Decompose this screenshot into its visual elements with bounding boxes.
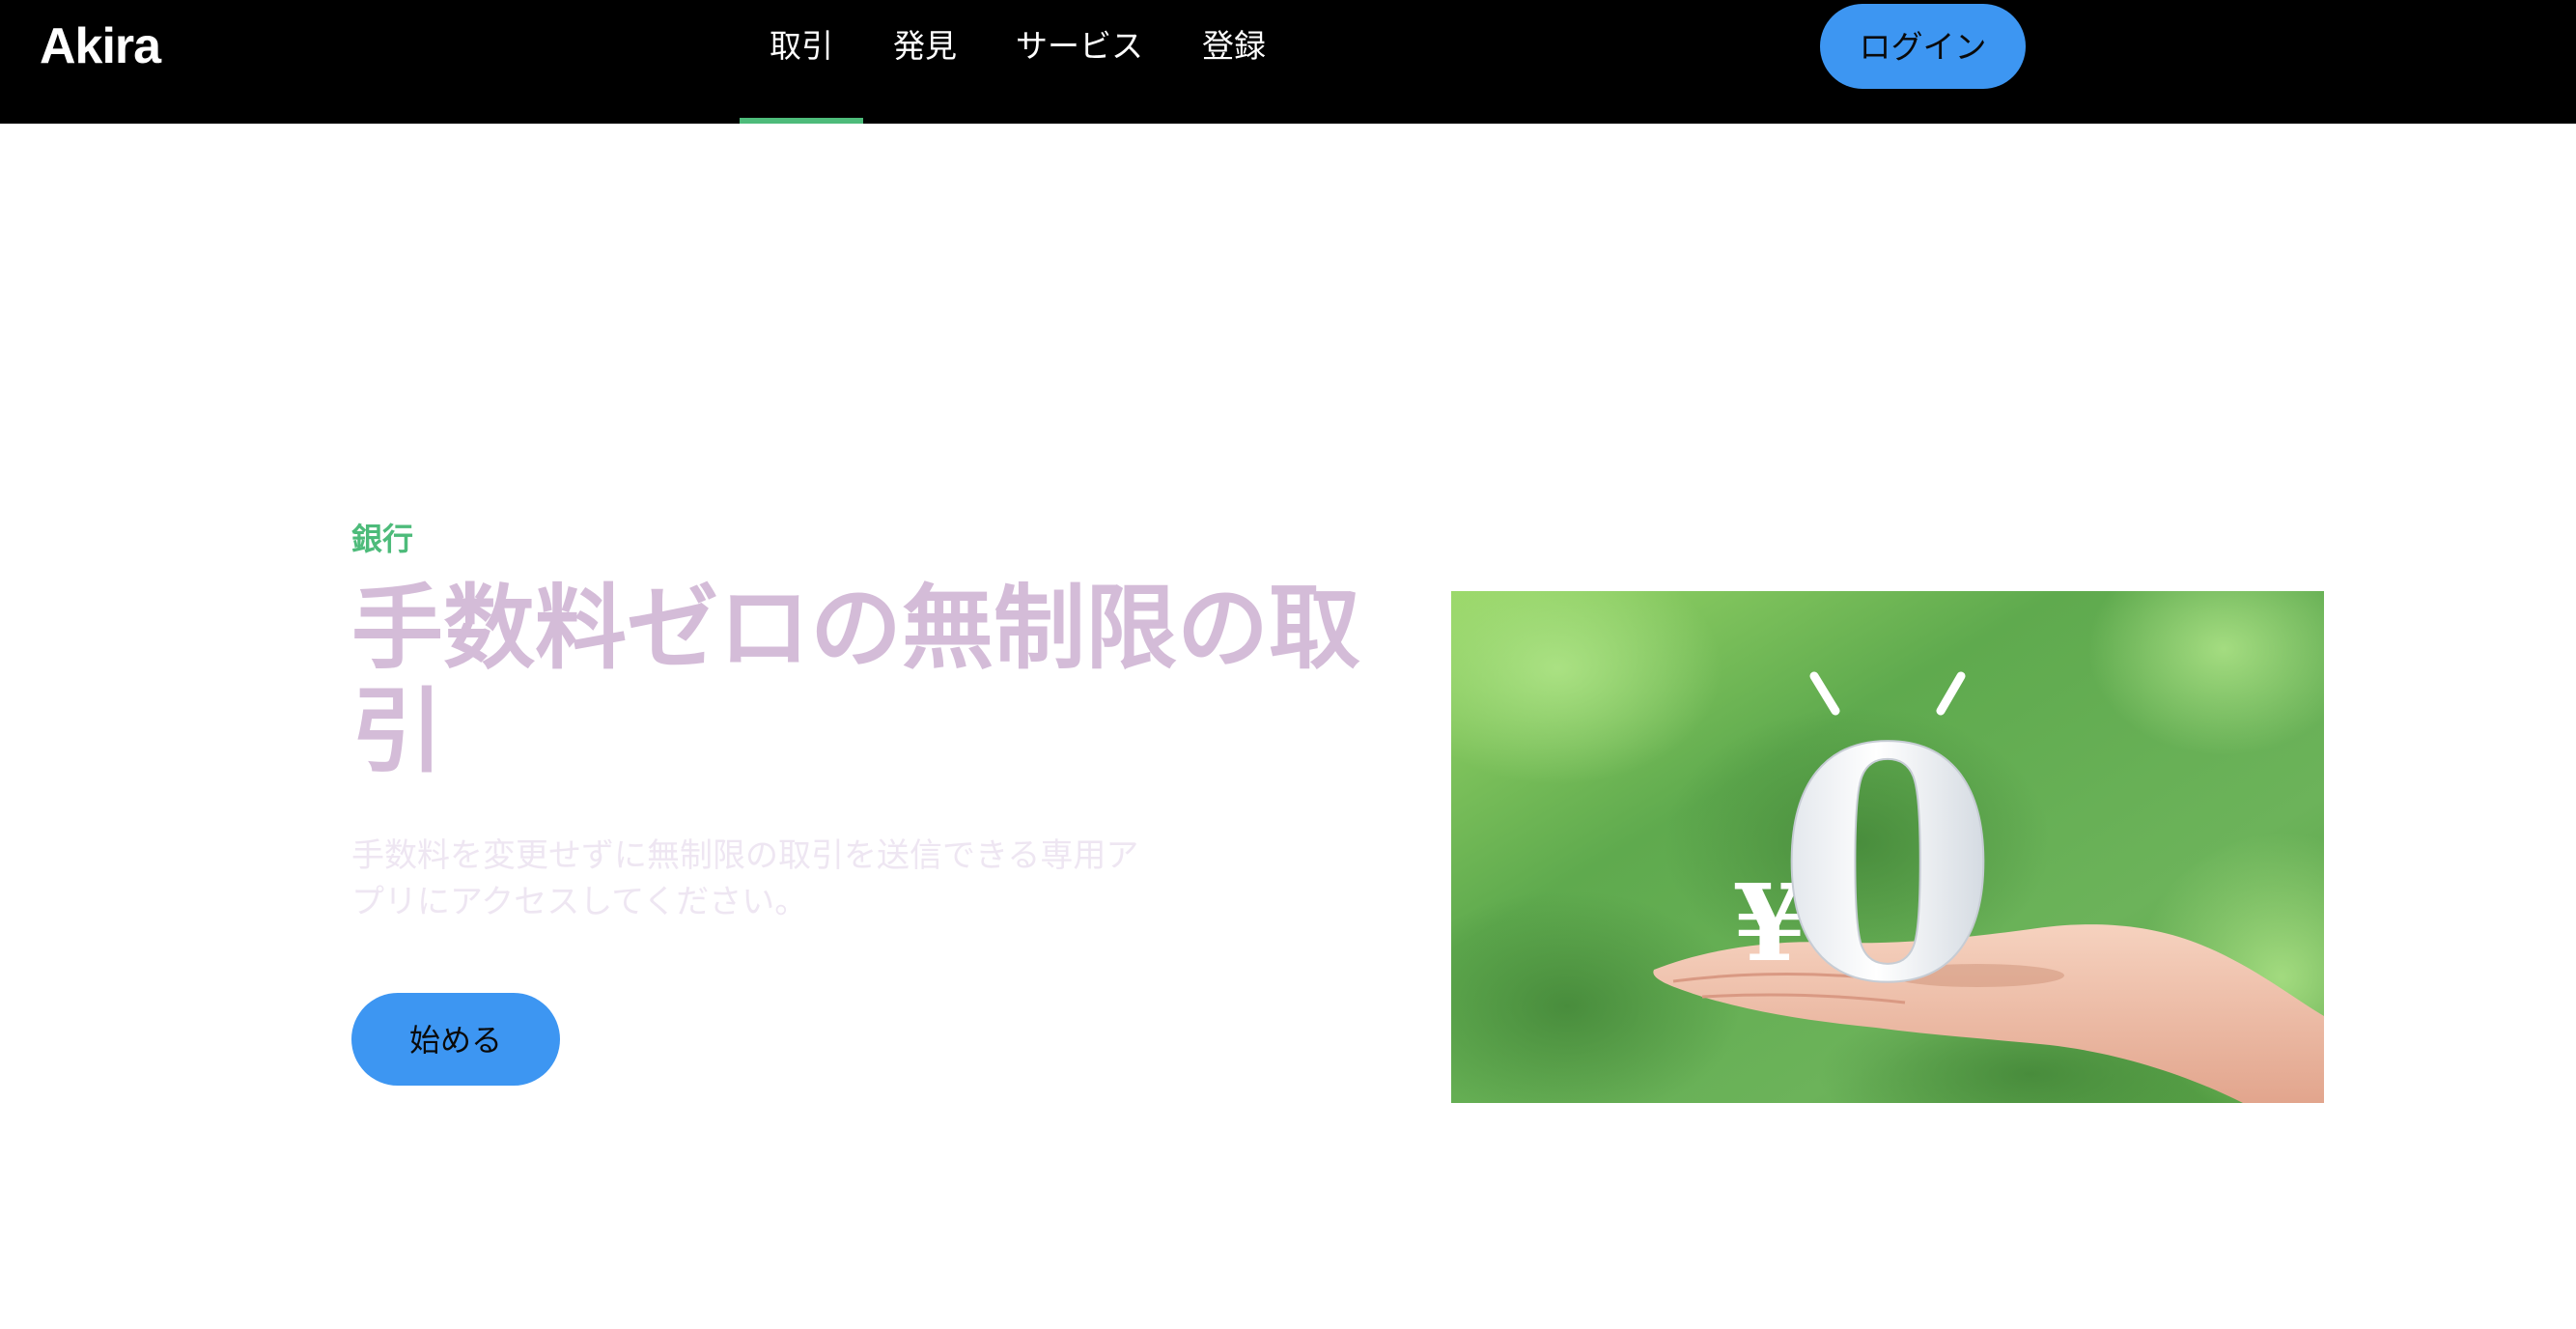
login-button[interactable]: ログイン [1820,4,2026,89]
hero-eyebrow: 銀行 [351,521,414,557]
zero-yen-hand-illustration: ¥ 0 [1451,591,2324,1103]
top-navbar: Akira 取引 発見 サービス 登録 ログイン [0,0,2576,124]
nav-item-register[interactable]: 登録 [1193,0,1274,124]
hero-image: ¥ 0 [1451,591,2324,1103]
nav-item-label: 登録 [1202,27,1266,65]
nav-item-label: サービス [1016,27,1143,65]
hero-subtext-line: 手数料を変更せずに無制限の取引を送信できる専用ア [351,836,1139,875]
nav-item-discover[interactable]: 発見 [884,0,966,124]
brand-logo[interactable]: Akira [40,17,161,75]
hero-subtext: 手数料を変更せずに無制限の取引を送信できる専用ア プリにアクセスしてください。 [351,833,1201,925]
hero-headline-line: 手数料ゼロの無制限の取 [351,576,1361,682]
nav-item-label: 発見 [893,27,957,65]
zero-symbol: 0 [1777,678,1999,1053]
nav-item-trade[interactable]: 取引 [740,0,863,124]
nav-item-label: 取引 [770,27,833,65]
get-started-button[interactable]: 始める [351,993,560,1086]
hero-subtext-line: プリにアクセスしてください。 [351,883,808,921]
nav-item-services[interactable]: サービス [1012,0,1147,124]
hero-headline-line: 引 [351,679,444,785]
hero-headline: 手数料ゼロの無制限の取 引 [351,578,1414,784]
